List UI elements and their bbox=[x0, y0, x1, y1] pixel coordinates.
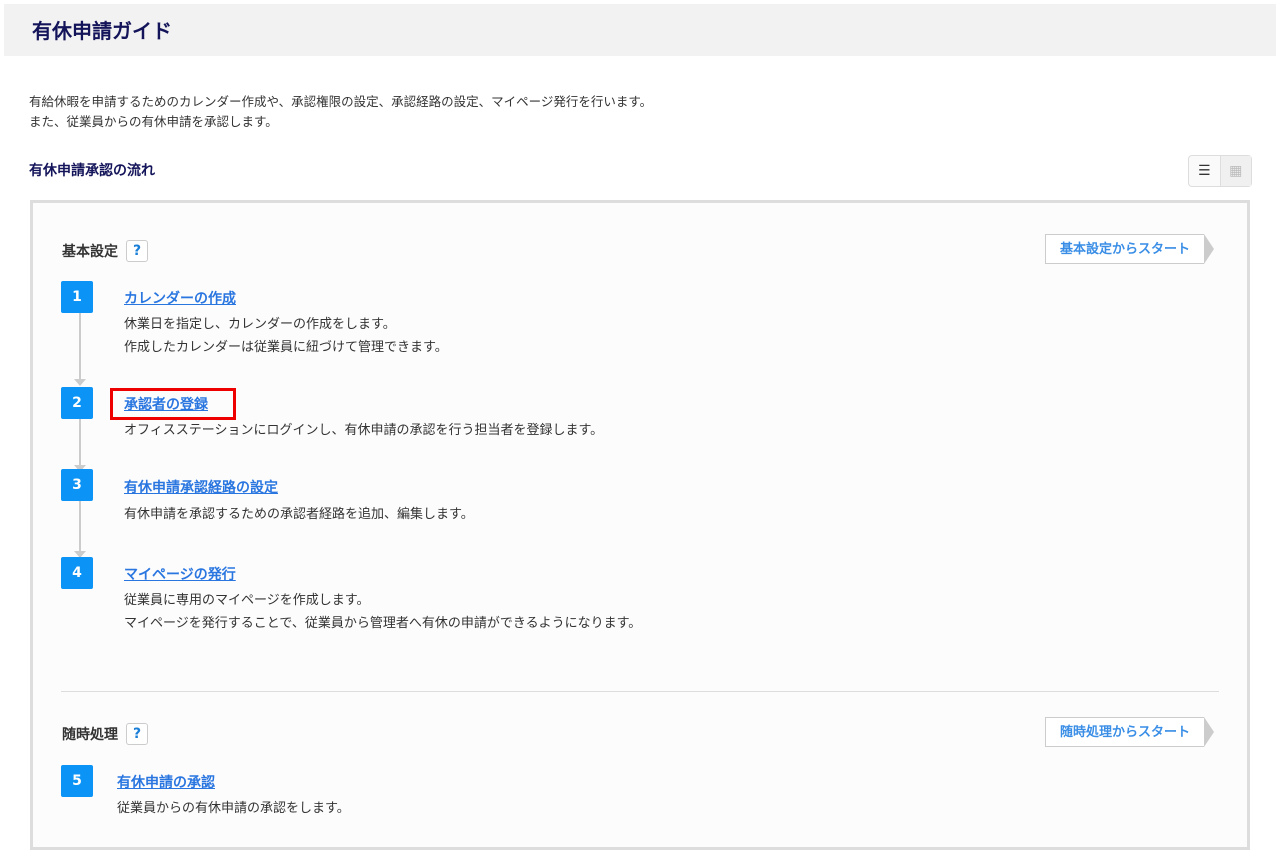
connector-line bbox=[79, 313, 81, 381]
intro-text: 有給休暇を申請するためのカレンダー作成や、承認権限の設定、承認経路の設定、マイペ… bbox=[29, 92, 652, 132]
basic-start-button[interactable]: 基本設定からスタート bbox=[1045, 234, 1215, 264]
connector-line bbox=[79, 419, 81, 467]
step-desc: 有休申請を承認するための承認者経路を追加、編集します。 bbox=[124, 503, 474, 526]
desc-line: 作成したカレンダーは従業員に紐づけて管理できます。 bbox=[124, 340, 448, 355]
view-toggle[interactable]: ☰ ▦ bbox=[1188, 155, 1252, 187]
help-icon[interactable]: ? bbox=[126, 240, 148, 262]
step-link-approver[interactable]: 承認者の登録 bbox=[124, 394, 208, 414]
intro-line: 有給休暇を申請するためのカレンダー作成や、承認権限の設定、承認経路の設定、マイペ… bbox=[29, 94, 653, 109]
step-desc: オフィスステーションにログインし、有休申請の承認を行う担当者を登録します。 bbox=[124, 419, 603, 442]
step-desc: 従業員に専用のマイページを作成します。マイページを発行することで、従業員から管理… bbox=[124, 589, 641, 635]
grid-view-icon[interactable]: ▦ bbox=[1219, 156, 1251, 186]
page-header: 有休申請ガイド bbox=[4, 4, 1276, 56]
step-number: 4 bbox=[61, 557, 93, 589]
list-view-icon[interactable]: ☰ bbox=[1189, 156, 1220, 186]
help-icon[interactable]: ? bbox=[126, 723, 148, 745]
step-number: 5 bbox=[61, 765, 93, 797]
desc-line: マイページを発行することで、従業員から管理者へ有休の申請ができるようになります。 bbox=[124, 616, 642, 631]
step-desc: 休業日を指定し、カレンダーの作成をします。作成したカレンダーは従業員に紐づけて管… bbox=[124, 313, 448, 359]
flow-heading: 有休申請承認の流れ bbox=[29, 163, 155, 179]
step-number: 1 bbox=[61, 281, 93, 313]
arrow-down-icon bbox=[74, 379, 86, 386]
section-label: 随時処理 bbox=[62, 727, 118, 743]
step-link-calendar[interactable]: カレンダーの作成 bbox=[124, 288, 236, 308]
page-title: 有休申請ガイド bbox=[32, 19, 172, 43]
step-link-approval[interactable]: 有休申請の承認 bbox=[117, 772, 215, 792]
intro-line: また、従業員からの有休申請を承認します。 bbox=[29, 114, 278, 129]
desc-line: 従業員からの有休申請の承認をします。 bbox=[117, 801, 350, 816]
flow-card: 基本設定? 基本設定からスタート 1 カレンダーの作成 休業日を指定し、カレンダ… bbox=[30, 200, 1250, 850]
step-link-route[interactable]: 有休申請承認経路の設定 bbox=[124, 477, 278, 497]
adhoc-section-label: 随時処理? bbox=[62, 723, 148, 745]
divider bbox=[61, 691, 1219, 692]
desc-line: 有休申請を承認するための承認者経路を追加、編集します。 bbox=[124, 507, 474, 522]
section-label: 基本設定 bbox=[62, 244, 118, 260]
adhoc-start-button[interactable]: 随時処理からスタート bbox=[1045, 717, 1215, 747]
step-number: 2 bbox=[61, 387, 93, 419]
desc-line: 休業日を指定し、カレンダーの作成をします。 bbox=[124, 317, 396, 332]
basic-section-label: 基本設定? bbox=[62, 240, 148, 262]
desc-line: 従業員に専用のマイページを作成します。 bbox=[124, 593, 370, 608]
desc-line: オフィスステーションにログインし、有休申請の承認を行う担当者を登録します。 bbox=[124, 423, 604, 438]
connector-line bbox=[79, 501, 81, 553]
step-link-mypage[interactable]: マイページの発行 bbox=[124, 564, 236, 584]
step-desc: 従業員からの有休申請の承認をします。 bbox=[117, 797, 350, 820]
step-number: 3 bbox=[61, 469, 93, 501]
